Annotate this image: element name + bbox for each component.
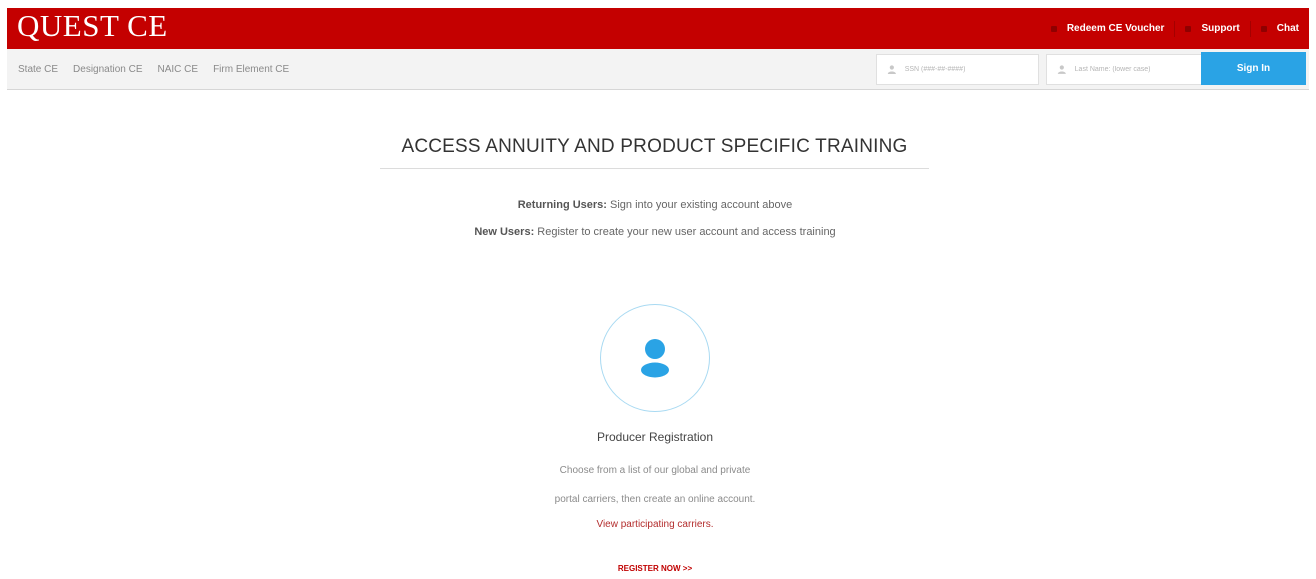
returning-users-label: Returning Users:: [517, 199, 607, 211]
support-icon: [1185, 25, 1192, 32]
redeem-voucher-link[interactable]: Redeem CE Voucher: [1041, 8, 1175, 49]
register-now-link[interactable]: REGISTER NOW >>: [0, 564, 1310, 573]
registration-description-line-1: Choose from a list of our global and pri…: [559, 465, 751, 476]
chat-label: Chat: [1276, 23, 1299, 34]
sign-in-button[interactable]: Sign In: [1201, 52, 1306, 85]
ssn-field-wrapper: [876, 54, 1039, 85]
new-users-message: Register to create your new user account…: [537, 226, 836, 238]
new-users-text: New Users: Register to create your new u…: [0, 226, 1310, 238]
returning-users-message: Sign into your existing account above: [610, 199, 793, 211]
ssn-input[interactable]: [904, 66, 1038, 73]
nav-item-naic-ce[interactable]: NAIC CE: [158, 64, 199, 75]
producer-person-icon: [641, 339, 669, 378]
nav-item-designation-ce[interactable]: Designation CE: [73, 64, 142, 75]
last-name-field-wrapper: [1046, 54, 1202, 85]
title-divider: [380, 168, 929, 169]
top-header-bar: QUEST CE Redeem CE Voucher Support Chat: [7, 8, 1309, 49]
user-icon: [1057, 65, 1066, 74]
registration-description-line-2: portal carriers, then create an online a…: [554, 494, 756, 505]
last-name-input[interactable]: [1074, 66, 1201, 73]
quest-ce-logo[interactable]: QUEST CE: [17, 8, 168, 44]
page-title: ACCESS ANNUITY AND PRODUCT SPECIFIC TRAI…: [401, 136, 908, 157]
producer-registration-title: Producer Registration: [596, 430, 714, 444]
user-icon: [887, 65, 896, 74]
nav-links: State CE Designation CE NAIC CE Firm Ele…: [18, 64, 304, 75]
top-links: Redeem CE Voucher Support Chat: [1041, 8, 1309, 49]
returning-users-text: Returning Users: Sign into your existing…: [0, 199, 1310, 211]
producer-avatar-circle[interactable]: [600, 304, 710, 412]
support-label: Support: [1201, 23, 1240, 34]
nav-item-state-ce[interactable]: State CE: [18, 64, 58, 75]
redeem-voucher-label: Redeem CE Voucher: [1066, 23, 1165, 34]
secondary-nav: State CE Designation CE NAIC CE Firm Ele…: [7, 49, 1309, 90]
view-carriers-link[interactable]: View participating carriers.: [0, 519, 1310, 530]
chat-icon: [1260, 25, 1267, 32]
support-link[interactable]: Support: [1175, 8, 1249, 49]
nav-item-firm-element-ce[interactable]: Firm Element CE: [213, 64, 289, 75]
new-users-label: New Users:: [474, 226, 535, 238]
voucher-icon: [1050, 25, 1057, 32]
chat-link[interactable]: Chat: [1251, 8, 1309, 49]
